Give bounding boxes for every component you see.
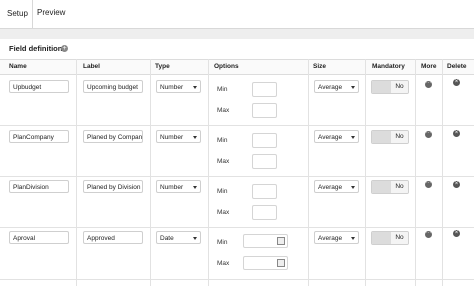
max-label: Max [217, 260, 230, 267]
col-options: Options [214, 63, 239, 70]
tab-preview[interactable]: Preview [37, 8, 65, 17]
min-label: Min [217, 86, 228, 93]
min-label: Min [217, 137, 228, 144]
close-circle-icon[interactable]: × [453, 181, 460, 188]
mandatory-toggle[interactable]: No [371, 231, 409, 245]
mandatory-toggle[interactable]: No [371, 180, 409, 194]
min-input[interactable] [252, 184, 277, 199]
label-input[interactable]: Upcoming budget [83, 80, 143, 93]
section-title: Field definition [9, 44, 63, 53]
col-mandatory: Mandatory [372, 63, 405, 70]
label-input[interactable]: Approved [83, 231, 143, 244]
chevron-down-icon [193, 237, 197, 240]
type-select[interactable]: Number [156, 180, 201, 193]
max-label: Max [217, 209, 230, 216]
table-header: Name Label Type Options Size Mandatory M… [0, 59, 474, 75]
max-label: Max [217, 107, 230, 114]
tab-setup[interactable]: Setup [0, 0, 33, 28]
max-label: Max [217, 158, 230, 165]
chevron-down-icon [351, 186, 355, 189]
chevron-down-icon [351, 237, 355, 240]
type-select[interactable]: Date [156, 231, 201, 244]
min-label: Min [217, 188, 228, 195]
ellipsis-icon[interactable]: ··· [425, 81, 432, 88]
min-date-input[interactable] [243, 234, 288, 248]
name-input[interactable]: Upbudget [9, 80, 69, 93]
size-select[interactable]: Average [314, 180, 359, 193]
close-circle-icon[interactable]: × [453, 230, 460, 237]
ellipsis-icon[interactable]: ··· [425, 131, 432, 138]
name-input[interactable]: Aproval [9, 231, 69, 244]
section-band [0, 29, 474, 39]
col-size: Size [313, 63, 327, 70]
label-input[interactable]: Planed by Company [83, 130, 143, 143]
calendar-icon[interactable] [277, 259, 285, 267]
max-input[interactable] [252, 154, 277, 169]
tab-bar: Setup Preview [0, 0, 474, 29]
ellipsis-icon[interactable]: ··· [425, 181, 432, 188]
add-field-icon[interactable]: + [61, 45, 68, 52]
type-select[interactable]: Number [156, 130, 201, 143]
mandatory-toggle[interactable]: No [371, 130, 409, 144]
max-date-input[interactable] [243, 256, 288, 270]
col-type: Type [155, 63, 170, 70]
col-more: More [421, 63, 437, 70]
close-circle-icon[interactable]: × [453, 79, 460, 86]
calendar-icon[interactable] [277, 237, 285, 245]
chevron-down-icon [351, 136, 355, 139]
size-select[interactable]: Average [314, 80, 359, 93]
col-label: Label [83, 63, 100, 70]
type-select[interactable]: Number [156, 80, 201, 93]
min-input[interactable] [252, 133, 277, 148]
min-input[interactable] [252, 82, 277, 97]
size-select[interactable]: Average [314, 130, 359, 143]
chevron-down-icon [193, 136, 197, 139]
col-delete: Delete [447, 63, 467, 70]
chevron-down-icon [351, 86, 355, 89]
name-input[interactable]: PlanDivision [9, 180, 69, 193]
max-input[interactable] [252, 205, 277, 220]
mandatory-toggle[interactable]: No [371, 80, 409, 94]
label-input[interactable]: Planed by Division [83, 180, 143, 193]
name-input[interactable]: PlanCompany [9, 130, 69, 143]
close-circle-icon[interactable]: × [453, 130, 460, 137]
size-select[interactable]: Average [314, 231, 359, 244]
ellipsis-icon[interactable]: ··· [425, 231, 432, 238]
chevron-down-icon [193, 186, 197, 189]
col-name: Name [9, 63, 27, 70]
max-input[interactable] [252, 103, 277, 118]
min-label: Min [217, 239, 228, 246]
chevron-down-icon [193, 86, 197, 89]
